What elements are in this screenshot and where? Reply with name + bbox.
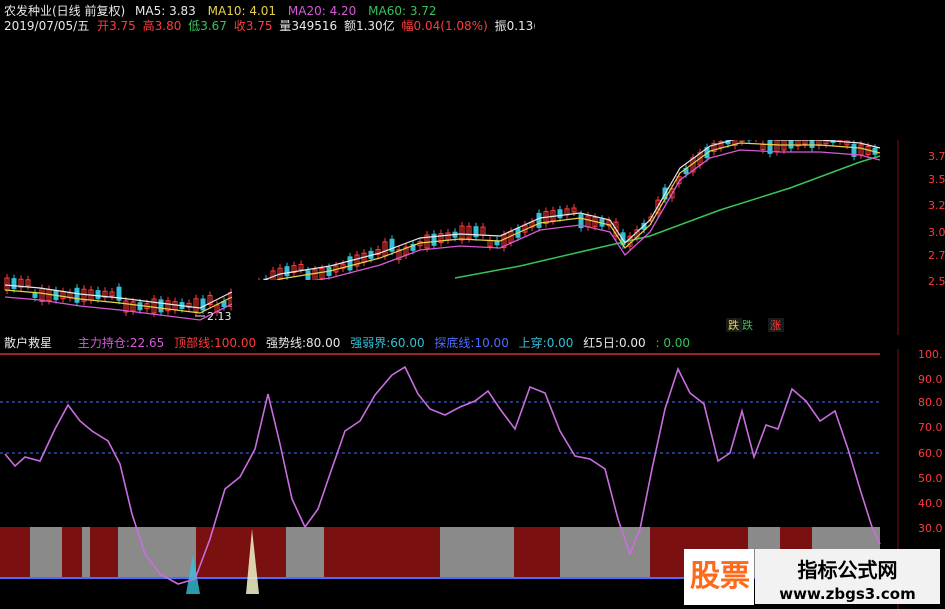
price-tick: 2.5 xyxy=(928,275,945,288)
low-price-label: 2.13 xyxy=(207,310,232,323)
hong5-value: 0.00 xyxy=(618,336,646,350)
watermark-url: www.zbgs3.com xyxy=(779,585,916,603)
redaction-block xyxy=(535,0,945,140)
state-bar xyxy=(196,527,286,577)
ind-tick: 30.0 xyxy=(918,522,943,535)
state-bar xyxy=(30,527,62,577)
state-bar xyxy=(62,527,82,577)
ind-tick: 90.0 xyxy=(918,373,943,386)
ind-tick: 40.0 xyxy=(918,497,943,510)
ind-tick: 80.0 xyxy=(918,396,943,409)
ind-tick: 50.0 xyxy=(918,472,943,485)
tag-die: 跌 xyxy=(742,318,753,332)
price-tick: 2.7 xyxy=(928,249,945,262)
qiangshi-label: 强势线: xyxy=(265,336,306,350)
price-tick: 3.5 xyxy=(928,173,945,186)
price-axis: 3.7 3.5 3.2 3.0 2.7 2.5 xyxy=(928,150,945,288)
tag-zhang: 涨 xyxy=(770,319,781,332)
price-tick: 3.0 xyxy=(928,226,945,239)
zhuli-value: 22.65 xyxy=(129,336,165,350)
extra-value: : 0.00 xyxy=(655,336,691,350)
state-bar xyxy=(324,527,440,577)
hong5-label: 红5日: xyxy=(583,336,619,350)
baoyu-label: 探底线: xyxy=(434,336,475,350)
ind-tick: 100. xyxy=(918,349,943,361)
tag-die: 跌 xyxy=(728,318,739,332)
qiangruo-value: 60.00 xyxy=(390,336,425,350)
shangchuan-label: 上穿: xyxy=(518,336,547,350)
indicator-name: 散户救星 xyxy=(4,336,53,350)
dingbu-label: 顶部线: xyxy=(174,336,215,350)
state-bar xyxy=(82,527,90,577)
baoyu-value: 10.00 xyxy=(474,336,509,350)
ind-tick: 70.0 xyxy=(918,421,943,434)
watermark-title: 指标公式网 xyxy=(797,558,898,582)
state-bar xyxy=(0,527,30,577)
state-bar xyxy=(560,527,650,577)
qiangruo-label: 强弱界: xyxy=(350,336,391,350)
low-price-marker: 2.13 xyxy=(195,310,232,323)
dingbu-value: 100.00 xyxy=(214,336,257,350)
signal-tags: 跌 跌 涨 xyxy=(726,318,784,332)
indicator-axis: 100. 90.0 80.0 70.0 60.0 50.0 40.0 30.0 xyxy=(918,349,943,535)
qiangshi-value: 80.00 xyxy=(306,336,341,350)
ma60-line xyxy=(454,155,881,279)
ind-tick: 60.0 xyxy=(918,447,943,460)
price-tick: 3.2 xyxy=(928,199,945,212)
candlestick-chart[interactable]: 3.7 3.5 3.2 3.0 2.7 2.5 2.13 跌 跌 涨 xyxy=(0,0,945,335)
state-bar xyxy=(440,527,514,577)
shangchuan-value: 0.00 xyxy=(546,336,574,350)
watermark-logo-text: 股票 xyxy=(690,559,750,594)
watermark-logo: 股票 xyxy=(684,549,754,605)
state-bar xyxy=(286,527,324,577)
watermark-banner: 指标公式网 www.zbgs3.com xyxy=(755,549,940,604)
state-bar xyxy=(514,527,560,577)
redaction-block xyxy=(232,280,710,332)
zhuli-label: 主力持仓: xyxy=(77,336,130,350)
price-tick: 3.7 xyxy=(928,150,945,163)
state-bar xyxy=(90,527,118,577)
